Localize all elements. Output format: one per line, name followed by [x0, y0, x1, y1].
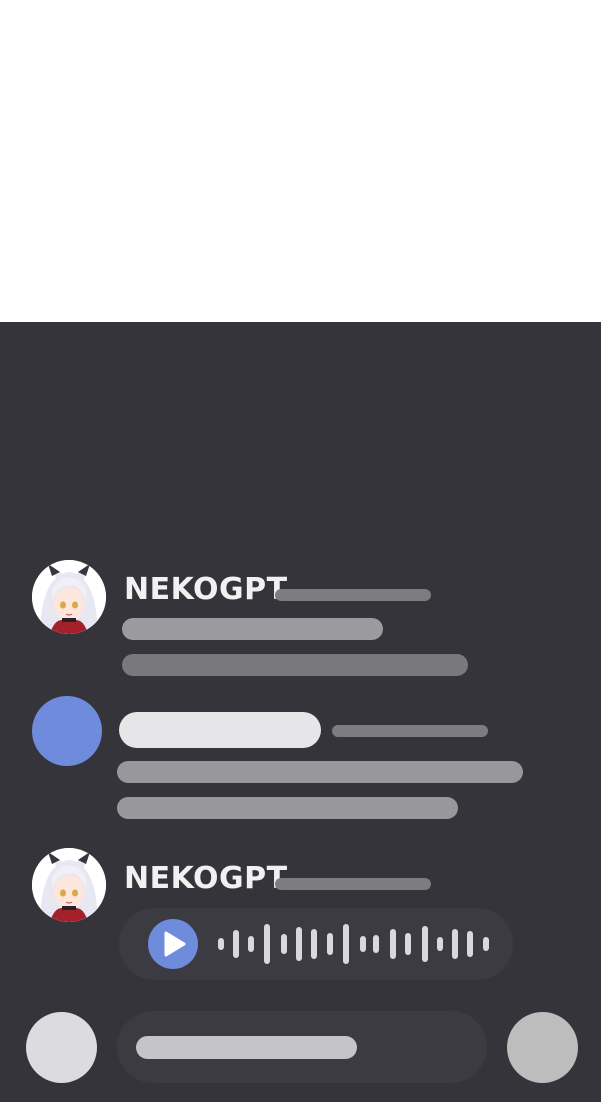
waveform-bar [264, 924, 270, 964]
timestamp-placeholder [332, 725, 488, 737]
author-name[interactable]: NEKOGPT [124, 573, 288, 607]
message-line-placeholder [122, 618, 383, 640]
attach-button[interactable] [26, 1012, 97, 1083]
author-name-placeholder[interactable] [119, 712, 321, 748]
timestamp-placeholder [275, 589, 431, 601]
anime-cat-girl-icon [32, 560, 106, 634]
message-input-placeholder [136, 1036, 357, 1059]
author-name[interactable]: NEKOGPT [124, 862, 288, 896]
anime-cat-girl-icon [32, 848, 106, 922]
waveform-bar [373, 935, 379, 953]
waveform-bar [311, 929, 317, 959]
waveform-bar [233, 930, 239, 958]
play-icon [164, 931, 186, 957]
waveform-bar [452, 929, 458, 959]
message-line-placeholder [117, 761, 523, 783]
waveform-bar [296, 927, 302, 961]
waveform-bar [248, 936, 254, 952]
waveform-bar [327, 933, 333, 955]
waveform-bar [405, 933, 411, 955]
waveform-bar [483, 937, 489, 951]
waveform-bar [343, 924, 349, 964]
message-line-placeholder [117, 797, 458, 819]
waveform-bar [467, 931, 473, 957]
timestamp-placeholder [275, 878, 431, 890]
play-button[interactable] [148, 919, 198, 969]
send-button[interactable] [507, 1012, 578, 1083]
message-line-placeholder [122, 654, 468, 676]
waveform-bar [218, 938, 224, 950]
waveform-bar [281, 934, 287, 954]
waveform-bar [422, 926, 428, 962]
waveform-bar [437, 937, 443, 951]
user-avatar[interactable] [32, 696, 102, 766]
waveform-bar [390, 929, 396, 959]
waveform-bar [360, 936, 366, 952]
neko-avatar[interactable] [32, 560, 106, 634]
neko-avatar[interactable] [32, 848, 106, 922]
